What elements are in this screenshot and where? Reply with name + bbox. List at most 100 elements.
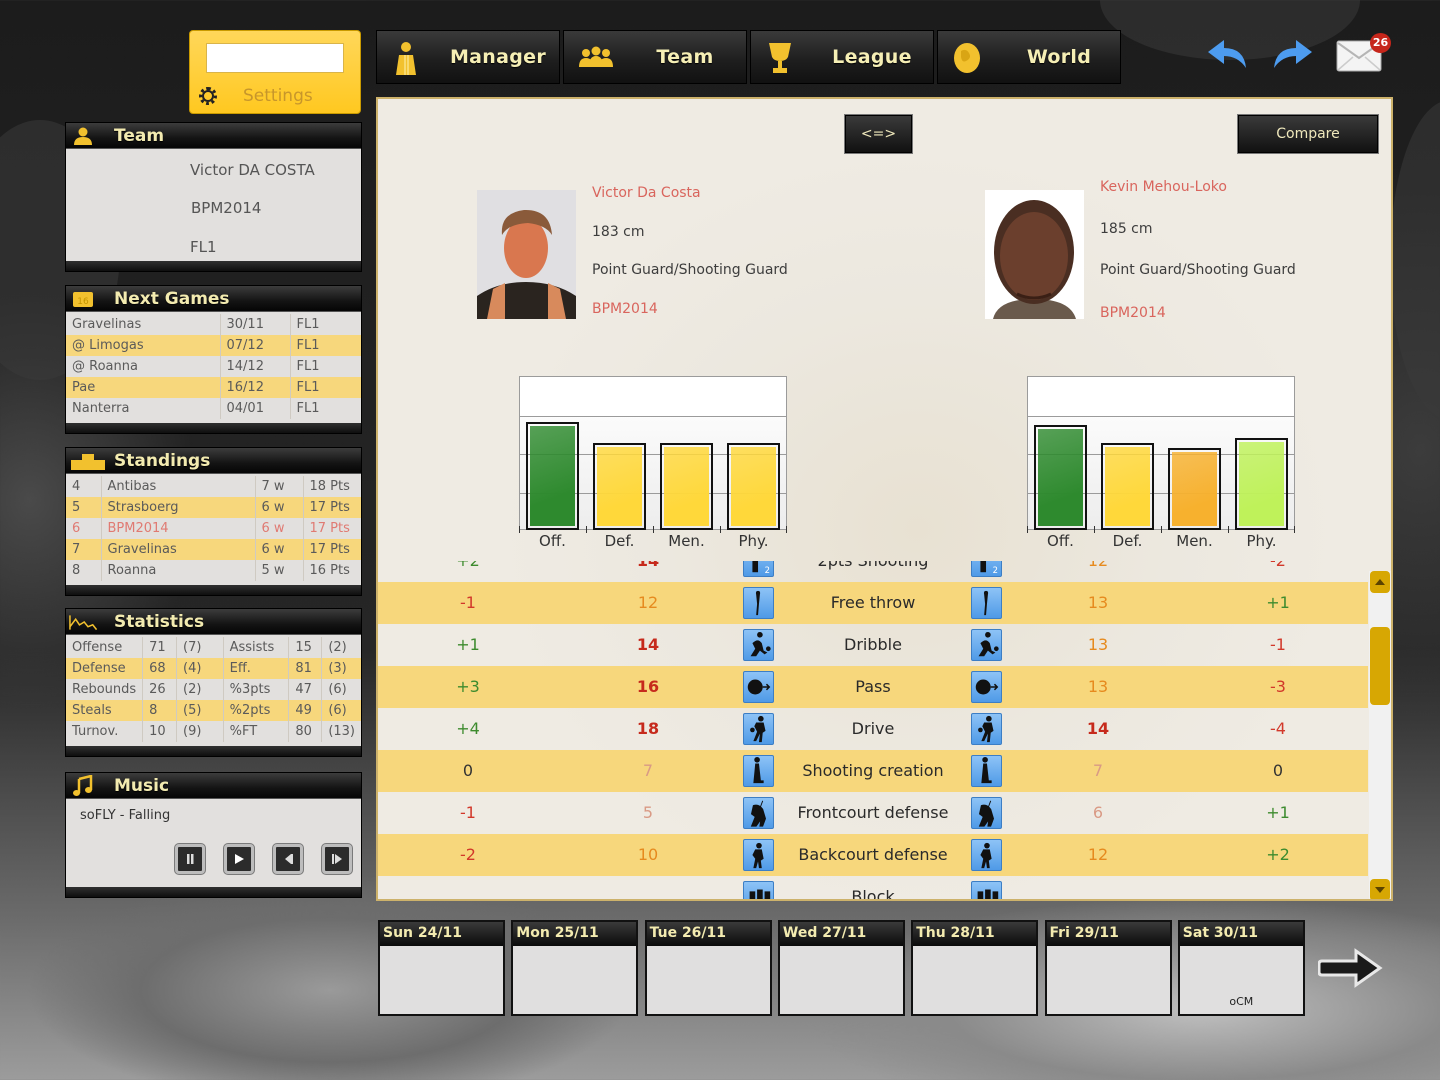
calendar-day[interactable]: Wed 27/11 bbox=[777, 920, 905, 1016]
table-row[interactable]: Nanterra 04/01 FL1 bbox=[66, 398, 361, 419]
skill-row[interactable]: -1 5 Frontcourt defense 6 +1 bbox=[378, 792, 1368, 834]
skill-row[interactable]: +3 16 Pass 13 -3 bbox=[378, 666, 1368, 708]
table-row-own-team[interactable]: 6 BPM2014 6 w 17 Pts bbox=[66, 518, 361, 539]
skill-value-right: 13 bbox=[1087, 677, 1109, 696]
player-right-name[interactable]: Kevin Mehou-Loko bbox=[1100, 179, 1227, 195]
calendar-day[interactable]: Thu 28/11 bbox=[911, 920, 1039, 1016]
manager-name: Victor DA COSTA bbox=[190, 161, 315, 179]
skill-row[interactable]: +4 18 Drive 14 -4 bbox=[378, 708, 1368, 750]
player-photo-left bbox=[477, 190, 576, 319]
free-throw-icon bbox=[743, 587, 774, 619]
calendar-day[interactable]: Tue 26/11 bbox=[644, 920, 772, 1016]
skill-diff-right: -2 bbox=[1228, 561, 1328, 582]
skill-diff-left: -1 bbox=[460, 593, 476, 612]
next-games-title: Next Games bbox=[114, 289, 230, 309]
skill-value-right: 13 bbox=[1087, 593, 1109, 612]
swap-players-button[interactable]: <=> bbox=[844, 114, 913, 154]
table-row[interactable]: 8 Roanna 5 w 16 Pts bbox=[66, 560, 361, 581]
calendar-day[interactable]: Sun 24/11 bbox=[378, 920, 505, 1016]
player-left-name[interactable]: Victor Da Costa bbox=[592, 185, 701, 201]
shooting-2pts-icon: 2 bbox=[743, 561, 774, 577]
block-icon bbox=[971, 881, 1002, 899]
next-arrow-icon[interactable] bbox=[1318, 948, 1384, 988]
nav-manager-button[interactable]: Manager bbox=[376, 30, 560, 84]
skills-comparison-list[interactable]: +21422pts Shooting212-2-112Free throw13+… bbox=[378, 561, 1368, 901]
standings-title: Standings bbox=[114, 451, 211, 471]
nav-world-button[interactable]: World bbox=[937, 30, 1121, 84]
calendar-day[interactable]: Sat 30/11 oCM bbox=[1177, 920, 1305, 1016]
settings-label[interactable]: Settings bbox=[243, 86, 313, 106]
chart-gridline bbox=[520, 415, 786, 417]
skill-value-right: 6 bbox=[1092, 803, 1104, 822]
chart-bar-off bbox=[1034, 425, 1087, 530]
skill-diff-right: -1 bbox=[1270, 635, 1286, 654]
standings-table: 4 Antibas 7 w 18 Pts 5 Strasboerg 6 w 17 Pts 6… bbox=[66, 476, 361, 581]
calendar-day[interactable]: Fri 29/11 bbox=[1044, 920, 1172, 1016]
skill-value-right: 12 bbox=[1048, 561, 1148, 582]
skill-name: Block bbox=[851, 887, 895, 901]
skill-diff-left: -2 bbox=[460, 845, 476, 864]
table-row[interactable]: 5 Strasboerg 6 w 17 Pts bbox=[66, 497, 361, 518]
play-icon bbox=[235, 854, 244, 864]
scroll-thumb[interactable] bbox=[1370, 627, 1390, 705]
chart-bar-off bbox=[526, 422, 579, 530]
skill-row[interactable]: +1 14 Dribble 13 -1 bbox=[378, 624, 1368, 666]
skill-value-left: 16 bbox=[636, 677, 660, 696]
skill-row[interactable]: -1 12 Free throw 13 +1 bbox=[378, 582, 1368, 624]
skill-value-right bbox=[1048, 876, 1148, 899]
skill-diff-right: -3 bbox=[1270, 677, 1286, 696]
music-panel: Music soFLY - Falling bbox=[65, 772, 362, 898]
calendar-day[interactable]: Mon 25/11 bbox=[511, 920, 639, 1016]
pause-button[interactable] bbox=[175, 844, 205, 874]
table-row: Offense 71 (7) Assists 15 (2) bbox=[66, 637, 361, 658]
standings-panel: Standings 4 Antibas 7 w 18 Pts 5 Strasboerg 6… bbox=[65, 447, 362, 596]
settings-box: Settings bbox=[189, 30, 361, 114]
skill-value-left: 14 bbox=[598, 561, 698, 582]
scroll-down-button[interactable] bbox=[1370, 879, 1390, 899]
player-left-position: Point Guard/Shooting Guard bbox=[592, 262, 788, 278]
settings-input[interactable] bbox=[206, 43, 344, 73]
chart-bar-def bbox=[1101, 443, 1154, 530]
next-track-button[interactable] bbox=[322, 844, 352, 874]
player-left-team[interactable]: BPM2014 bbox=[592, 301, 658, 317]
skill-row[interactable]: Block bbox=[378, 876, 1368, 901]
attribute-chart-left: Off. Def. Men. Phy. bbox=[519, 376, 787, 550]
gear-icon[interactable] bbox=[199, 87, 217, 105]
skill-value-left: 14 bbox=[636, 635, 660, 654]
nav-league-button[interactable]: League bbox=[750, 30, 934, 84]
team-panel-title: Team bbox=[114, 126, 165, 146]
player-right-team[interactable]: BPM2014 bbox=[1100, 305, 1166, 321]
free-throw-icon bbox=[971, 587, 1002, 619]
previous-track-button[interactable] bbox=[273, 844, 303, 874]
forward-arrow-icon[interactable] bbox=[1270, 36, 1314, 72]
caret-up-icon bbox=[1375, 579, 1385, 585]
chart-x-label: Men. bbox=[668, 532, 705, 550]
back-arrow-icon[interactable] bbox=[1206, 36, 1250, 72]
calendar-day-label: Thu 28/11 bbox=[913, 922, 1037, 946]
compare-button[interactable]: Compare bbox=[1237, 114, 1379, 154]
skill-row[interactable]: 0 7 Shooting creation 7 0 bbox=[378, 750, 1368, 792]
table-row[interactable]: 7 Gravelinas 6 w 17 Pts bbox=[66, 539, 361, 560]
next-icon bbox=[332, 854, 342, 864]
skill-value-right: 13 bbox=[1087, 635, 1109, 654]
shooting-creation-icon bbox=[743, 755, 774, 787]
pass-icon bbox=[743, 671, 774, 703]
dribble-icon bbox=[971, 629, 1002, 661]
frontcourt-defense-icon bbox=[743, 797, 774, 829]
skill-row[interactable]: +2 14 2 2pts Shooting 2 12 -2 bbox=[378, 561, 1368, 582]
table-row: Rebounds 26 (2) %3pts 47 (6) bbox=[66, 679, 361, 700]
table-row[interactable]: @ Roanna 14/12 FL1 bbox=[66, 356, 361, 377]
frontcourt-defense-icon bbox=[971, 797, 1002, 829]
table-row[interactable]: 4 Antibas 7 w 18 Pts bbox=[66, 476, 361, 497]
table-row[interactable]: Gravelinas 30/11 FL1 bbox=[66, 314, 361, 335]
play-button[interactable] bbox=[224, 844, 254, 874]
calendar-day-label: Tue 26/11 bbox=[646, 922, 770, 946]
next-games-panel: 16 Next Games Gravelinas 30/11 FL1 @ Limoga… bbox=[65, 285, 362, 434]
nav-team-button[interactable]: Team bbox=[563, 30, 747, 84]
skills-scrollbar[interactable] bbox=[1369, 571, 1391, 899]
skill-name: Backcourt defense bbox=[798, 845, 948, 864]
table-row[interactable]: Pae 16/12 FL1 bbox=[66, 377, 361, 398]
scroll-up-button[interactable] bbox=[1370, 571, 1390, 593]
table-row[interactable]: @ Limogas 07/12 FL1 bbox=[66, 335, 361, 356]
skill-row[interactable]: -2 10 Backcourt defense 12 +2 bbox=[378, 834, 1368, 876]
